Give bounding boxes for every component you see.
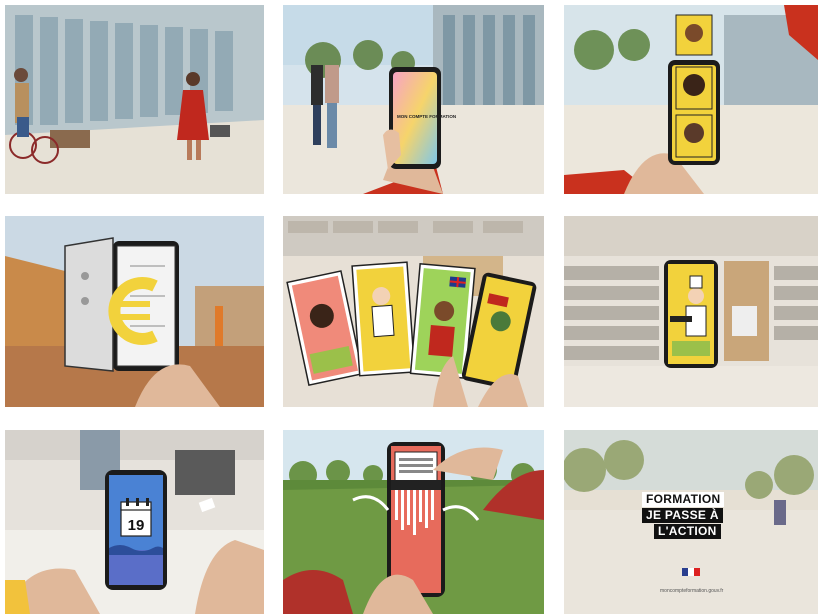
phone-chef [664, 260, 718, 368]
tile-street-cyclist [5, 5, 264, 194]
uk-flag-icon [449, 276, 467, 288]
tile-phone-calendar: 19 [5, 430, 264, 614]
tile-phone-street: MON COMPTE FORMATION [283, 5, 544, 194]
calendar-icon: 19 [120, 498, 152, 537]
site-url: moncompteformation.gouv.fr [660, 588, 724, 594]
republique-logo [682, 568, 700, 580]
tile-title-card: FORMATION JE PASSE À L'ACTION moncomptef… [564, 430, 818, 614]
tile-safe-euro [5, 216, 264, 407]
phone-screen-text: MON COMPTE FORMATION [397, 114, 456, 119]
title-line-1: FORMATION [642, 492, 725, 507]
phone-portraits [668, 14, 720, 165]
calendar-day: 19 [128, 517, 145, 534]
title-line-3: L'ACTION [654, 524, 721, 539]
card-2 [351, 261, 416, 377]
tile-phone-mailboxes [564, 216, 818, 407]
title-line-2: JE PASSE À [642, 508, 723, 523]
tile-illustrated-cards [283, 216, 544, 407]
tile-phone-portraits [564, 5, 818, 194]
phone-calendar: 19 [105, 470, 167, 590]
tile-phone-field [283, 430, 544, 614]
